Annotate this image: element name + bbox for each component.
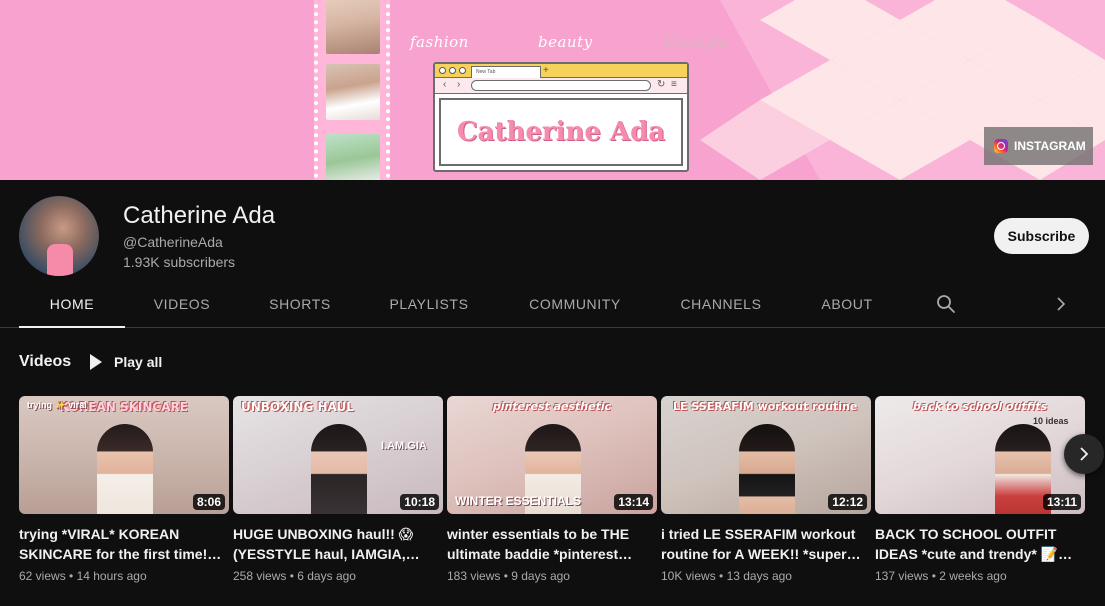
reload-icon: ↻ [657,79,666,90]
video-age: 6 days ago [297,569,356,583]
tab-videos[interactable]: VIDEOS [141,282,223,328]
video-thumbnail[interactable]: pinterest aesthetic WINTER ESSENTIALS 13… [447,396,657,514]
play-icon [90,354,102,370]
video-duration: 8:06 [192,494,225,510]
video-card[interactable]: pinterest aesthetic WINTER ESSENTIALS 13… [447,396,657,596]
thumbnail-text-secondary: I.AM.GIA [381,440,427,452]
video-views: 258 views [233,569,287,583]
channel-avatar[interactable] [19,196,99,276]
banner-browser-window: New Tab + ‹ › ↻ ≡ Catherine Ada [433,62,689,172]
play-all-label: Play all [114,354,163,370]
channel-name: Catherine Ada [123,202,276,229]
tab-channels[interactable]: CHANNELS [668,282,774,328]
video-thumbnail[interactable]: KOREAN SKINCARE trying ✨ viral 8:06 [19,396,229,514]
video-title[interactable]: BACK TO SCHOOL OUTFIT IDEAS *cute and tr… [875,524,1081,564]
video-thumbnail[interactable]: LE SSERAFIM workout routine 12:12 [661,396,871,514]
video-age: 2 weeks ago [939,569,1007,583]
instagram-icon [994,139,1008,153]
new-tab-plus-icon: + [543,65,549,76]
window-dot-icon [459,67,466,74]
thumbnail-text: pinterest aesthetic [492,400,612,413]
browser-content: Catherine Ada [439,98,683,166]
thumbnail-text: UNBOXING HAUL [241,400,354,414]
search-icon[interactable] [936,294,956,314]
tab-home[interactable]: HOME [19,282,125,328]
video-views: 183 views [447,569,501,583]
banner-word-lifestyle: lifestyle [664,33,729,51]
video-thumbnail[interactable]: back to school outfits 10 ideas 13:11 [875,396,1085,514]
channel-banner: fashion beauty lifestyle New Tab + ‹ › ↻… [0,0,1105,180]
video-duration: 13:14 [614,494,653,510]
video-meta: 10K views • 13 days ago [661,569,792,583]
video-duration: 10:18 [400,494,439,510]
window-dot-icon [439,67,446,74]
video-duration: 12:12 [828,494,867,510]
video-card[interactable]: LE SSERAFIM workout routine 12:12 i trie… [661,396,871,596]
thumbnail-text-secondary: trying ✨ viral [27,400,87,410]
thumbnail-text: back to school outfits [912,400,1048,413]
thumbnail-text-secondary: 10 ideas [1033,416,1069,426]
film-photo [326,134,380,180]
thumbnail-person [97,424,153,514]
banner-logo-text: Catherine Ada [456,117,666,147]
menu-lines-icon: ≡ [671,79,677,90]
thumbnail-text: LE SSERAFIM workout routine [673,400,858,413]
tab-about[interactable]: ABOUT [808,282,886,328]
video-views: 62 views [19,569,66,583]
carousel-next-button[interactable] [1064,434,1104,474]
banner-word-fashion: fashion [410,33,469,51]
subscribe-button[interactable]: Subscribe [994,218,1089,254]
video-thumbnail[interactable]: UNBOXING HAUL I.AM.GIA 10:18 [233,396,443,514]
browser-tabbar: New Tab + [435,64,687,78]
thumbnail-text-secondary: WINTER ESSENTIALS [455,494,582,508]
thumbnail-person [739,424,795,514]
chevron-right-icon [1080,447,1089,461]
browser-tab: New Tab [471,66,541,78]
video-meta: 183 views • 9 days ago [447,569,570,583]
video-card[interactable]: KOREAN SKINCARE trying ✨ viral 8:06 tryi… [19,396,229,596]
video-title[interactable]: HUGE UNBOXING haul!! 😱 (YESSTYLE haul, I… [233,524,439,564]
browser-urlbar: ‹ › ↻ ≡ [435,78,687,94]
film-photo [326,64,380,120]
tab-playlists[interactable]: PLAYLISTS [378,282,480,328]
tab-shorts[interactable]: SHORTS [257,282,343,328]
video-title[interactable]: i tried LE SSERAFIM workout routine for … [661,524,867,564]
thumbnail-person [311,424,367,514]
video-meta: 62 views • 14 hours ago [19,569,147,583]
video-views: 137 views [875,569,929,583]
video-card[interactable]: UNBOXING HAUL I.AM.GIA 10:18 HUGE UNBOXI… [233,396,443,596]
banner-word-beauty: beauty [538,33,593,51]
channel-handle: @CatherineAda [123,234,223,250]
video-meta: 137 views • 2 weeks ago [875,569,1007,583]
play-all-button[interactable]: Play all [90,352,162,372]
window-dot-icon [449,67,456,74]
video-card[interactable]: back to school outfits 10 ideas 13:11 BA… [875,396,1085,596]
instagram-link[interactable]: INSTAGRAM [984,127,1093,165]
video-title[interactable]: trying *VIRAL* KOREAN SKINCARE for the f… [19,524,225,564]
video-title[interactable]: winter essentials to be THE ultimate bad… [447,524,653,564]
back-arrow-icon: ‹ [443,79,447,90]
film-photo [326,0,380,54]
instagram-label: INSTAGRAM [1014,139,1086,153]
video-meta: 258 views • 6 days ago [233,569,356,583]
forward-arrow-icon: › [457,79,461,90]
video-duration: 13:11 [1042,494,1081,510]
browser-url-field [471,80,651,91]
video-age: 14 hours ago [76,569,147,583]
subscriber-count: 1.93K subscribers [123,254,236,270]
video-age: 13 days ago [726,569,792,583]
tab-community[interactable]: COMMUNITY [515,282,635,328]
section-title-videos[interactable]: Videos [19,353,71,371]
film-strip [314,0,390,180]
video-age: 9 days ago [511,569,570,583]
chevron-right-icon[interactable] [1052,294,1070,314]
video-views: 10K views [661,569,716,583]
